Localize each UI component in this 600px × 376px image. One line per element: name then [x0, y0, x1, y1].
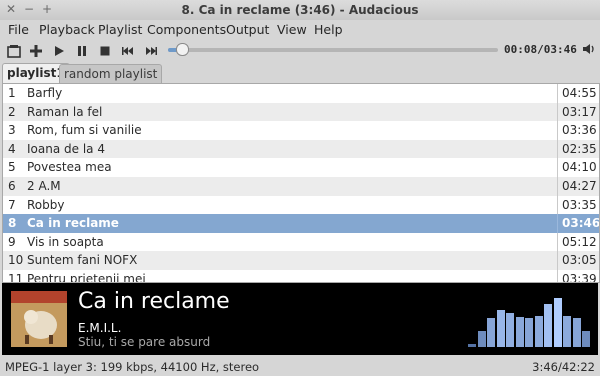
tab-random-playlist[interactable]: random playlist — [59, 64, 163, 83]
visualizer-bar — [582, 331, 590, 347]
menu-output[interactable]: Output — [226, 22, 269, 37]
track-duration: 04:55 — [557, 84, 598, 103]
playlist-row[interactable]: 2 Raman la fel 03:17 — [3, 102, 599, 122]
playlist-row[interactable]: 6 2 A.M 04:27 — [3, 177, 599, 196]
playlist-time: 3:46/42:22 — [532, 360, 595, 374]
playlist-row[interactable]: 7 Robby 03:35 — [3, 195, 599, 215]
menu-file[interactable]: File — [8, 22, 29, 37]
seek-bar[interactable] — [168, 48, 498, 52]
title-bar: ✕ − + 8. Ca in reclame (3:46) - Audaciou… — [0, 0, 600, 21]
track-number: 6 — [8, 179, 16, 193]
track-number: 8 — [8, 216, 17, 231]
visualizer-bar — [534, 315, 543, 347]
visualizer-bar — [572, 318, 581, 347]
next-icon[interactable] — [143, 43, 159, 59]
track-number: 1 — [8, 86, 16, 100]
visualizer-bar — [487, 318, 495, 347]
track-title: Robby — [27, 197, 65, 212]
track-number: 10 — [8, 253, 24, 268]
track-number: 4 — [8, 141, 16, 156]
now-playing-title: Ca in reclame — [78, 289, 230, 314]
track-title: Ca in reclame — [27, 216, 119, 231]
track-number: 3 — [8, 123, 16, 138]
track-duration: 04:27 — [557, 177, 598, 196]
stop-icon[interactable] — [97, 43, 113, 59]
track-duration: 03:17 — [557, 102, 598, 122]
stream-info: MPEG-1 layer 3: 199 kbps, 44100 Hz, ster… — [5, 360, 260, 374]
time-counter: 00:08/03:46 — [504, 43, 577, 56]
track-number: 9 — [8, 234, 16, 249]
visualizer-bar — [477, 331, 486, 347]
volume-icon[interactable] — [582, 42, 596, 59]
playlist-row[interactable]: 9 Vis in soapta 05:12 — [3, 232, 599, 252]
track-number: 5 — [8, 160, 16, 175]
playlist-row[interactable]: 4 Ioana de la 4 02:35 — [3, 139, 599, 159]
now-playing-panel: Ca in reclame E.M.I.L. Stiu, ti se pare … — [2, 283, 598, 355]
menu-components[interactable]: Components — [147, 22, 226, 37]
track-title: Raman la fel — [27, 104, 103, 119]
track-title: Vis in soapta — [27, 234, 104, 249]
visualizer-bar — [496, 309, 505, 347]
previous-icon[interactable] — [120, 43, 136, 59]
pause-icon[interactable] — [74, 43, 90, 59]
menu-help[interactable]: Help — [314, 22, 343, 37]
open-icon[interactable] — [6, 43, 22, 59]
track-title: Povestea mea — [27, 160, 112, 175]
add-icon[interactable] — [28, 43, 44, 59]
now-playing-album: Stiu, ti se pare absurd — [78, 335, 211, 349]
now-playing-artist: E.M.I.L. — [78, 321, 122, 335]
track-title: Rom, fum si vanilie — [27, 123, 142, 138]
track-number: 2 — [8, 104, 16, 119]
playlist-row-selected[interactable]: 8 Ca in reclame 03:46 — [3, 214, 599, 233]
track-duration: 02:35 — [557, 139, 598, 159]
visualizer-bar — [544, 304, 552, 347]
track-title: Ioana de la 4 — [27, 141, 105, 156]
playlist-row[interactable]: 3 Rom, fum si vanilie 03:36 — [3, 121, 599, 140]
track-duration: 05:12 — [557, 232, 598, 252]
album-art — [11, 291, 67, 347]
track-duration: 04:10 — [557, 158, 598, 177]
playlist-tabs: playlist1 random playlist — [0, 62, 600, 84]
visualizer-bar — [506, 313, 514, 347]
track-duration: 03:05 — [557, 251, 598, 270]
track-title: Suntem fani NOFX — [27, 253, 138, 268]
track-title: 2 A.M — [27, 179, 61, 193]
seek-handle[interactable] — [176, 43, 189, 56]
menu-view[interactable]: View — [277, 22, 307, 37]
playlist-row[interactable]: 10 Suntem fani NOFX 03:05 — [3, 251, 599, 270]
menu-playback[interactable]: Playback — [39, 22, 95, 37]
playlist-row[interactable]: 11 Pentru prietenii mei 03:39 — [3, 270, 599, 283]
status-bar: MPEG-1 layer 3: 199 kbps, 44100 Hz, ster… — [0, 356, 600, 376]
visualizer-bar — [525, 318, 533, 347]
play-icon[interactable] — [51, 43, 67, 59]
track-duration: 03:39 — [557, 270, 598, 282]
menu-bar: File Playback Playlist Components Output… — [0, 20, 600, 40]
track-duration: 03:36 — [557, 121, 598, 140]
track-number: 11 — [8, 272, 24, 283]
window-title: 8. Ca in reclame (3:46) - Audacious — [181, 3, 419, 17]
menu-playlist[interactable]: Playlist — [98, 22, 142, 37]
track-duration: 03:46 — [557, 214, 599, 233]
visualizer-bar — [468, 344, 476, 347]
visualizer — [468, 295, 592, 347]
track-number: 7 — [8, 197, 16, 212]
visualizer-bar — [563, 315, 571, 347]
track-title: Barfly — [27, 86, 63, 100]
playlist-row[interactable]: 5 Povestea mea 04:10 — [3, 158, 599, 177]
visualizer-bar — [553, 297, 562, 347]
playlist: 1 Barfly 04:55 2 Raman la fel 03:17 3 Ro… — [2, 83, 600, 283]
playlist-row[interactable]: 1 Barfly 04:55 — [3, 84, 599, 103]
track-title: Pentru prietenii mei — [27, 272, 146, 283]
visualizer-bar — [515, 316, 524, 347]
track-duration: 03:35 — [557, 195, 598, 215]
